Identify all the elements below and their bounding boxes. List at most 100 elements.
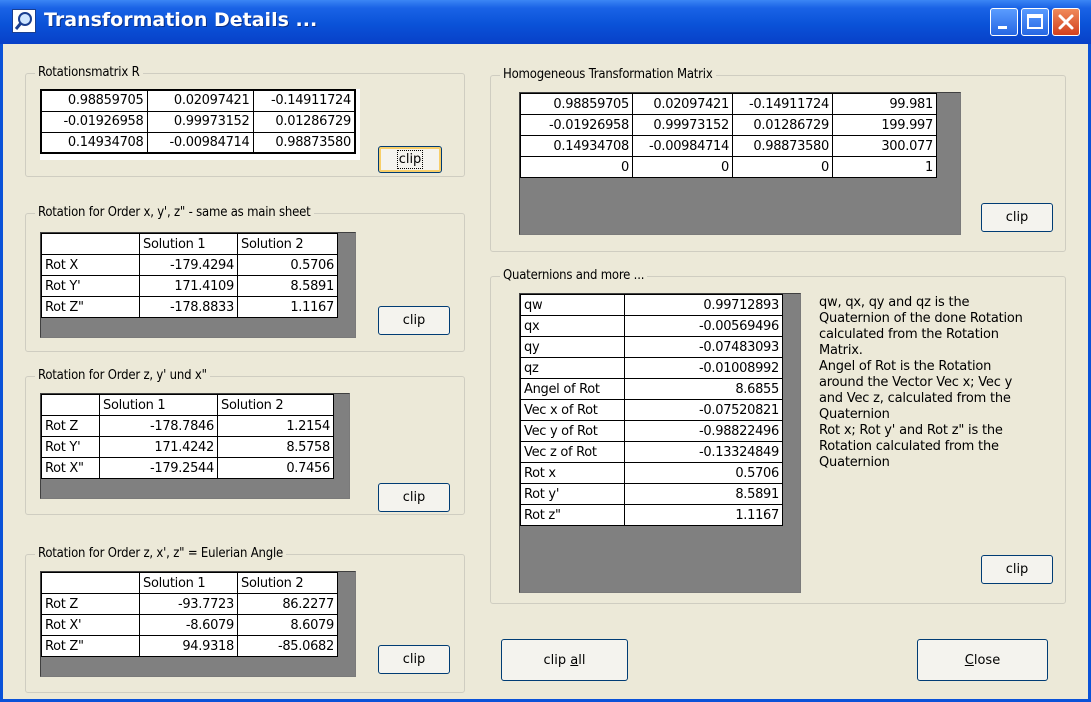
order-zyx-grid[interactable]: Solution 1 Solution 2 Rot Z -178.7846 1.… xyxy=(40,393,350,499)
matrix-cell[interactable]: 0.98873580 xyxy=(252,131,356,154)
matrix-cell[interactable]: 0.01286729 xyxy=(252,110,356,133)
clip-button-label: clip xyxy=(1005,210,1029,225)
solution-cell[interactable]: 94.9318 xyxy=(139,635,238,657)
solution-cell[interactable]: 8.5758 xyxy=(217,436,334,458)
table-row: -0.01926958 0.99973152 0.01286729 xyxy=(40,110,356,133)
matrix-cell[interactable]: 0.98859705 xyxy=(520,93,633,115)
table-row: Rot Z" 94.9318 -85.0682 xyxy=(41,635,338,657)
solution-cell[interactable]: 8.6079 xyxy=(237,614,338,636)
solution-cell[interactable]: -178.7846 xyxy=(99,415,218,437)
matrix-cell[interactable]: 1 xyxy=(832,156,937,178)
description-line: Matrix. xyxy=(819,343,863,358)
table-header-row: Solution 1 Solution 2 xyxy=(41,572,338,594)
order-zxz-clip-button[interactable]: clip xyxy=(378,645,450,674)
clip-button-label: clip xyxy=(402,313,426,328)
matrix-cell[interactable]: 300.077 xyxy=(832,135,937,157)
order-xyz-clip-button[interactable]: clip xyxy=(378,306,450,335)
column-header: Solution 1 xyxy=(139,233,238,255)
solution-cell[interactable]: -85.0682 xyxy=(237,635,338,657)
solution-cell[interactable]: 1.2154 xyxy=(217,415,334,437)
solution-cell[interactable]: -93.7723 xyxy=(139,593,238,615)
value-cell[interactable]: 8.6855 xyxy=(624,378,783,400)
solution-cell[interactable]: -178.8833 xyxy=(139,296,238,318)
value-cell[interactable]: -0.98822496 xyxy=(624,420,783,442)
table-row: 0.98859705 0.02097421 -0.14911724 99.981 xyxy=(520,93,937,115)
matrix-cell[interactable]: -0.01926958 xyxy=(520,114,633,136)
description-line: Quaternion of the done Rotation xyxy=(819,311,1023,326)
value-cell[interactable]: 8.5891 xyxy=(624,483,783,505)
value-cell[interactable]: -0.07520821 xyxy=(624,399,783,421)
solution-cell[interactable]: 171.4109 xyxy=(139,275,238,297)
solution-cell[interactable]: 0.5706 xyxy=(237,254,338,276)
matrix-cell[interactable]: 0 xyxy=(732,156,833,178)
matrix-cell[interactable]: 0.14934708 xyxy=(520,135,633,157)
value-cell[interactable]: -0.07483093 xyxy=(624,336,783,358)
order-zyx-clip-button[interactable]: clip xyxy=(378,483,450,512)
clip-all-button[interactable]: clip all xyxy=(501,639,628,681)
matrix-cell[interactable]: 0.02097421 xyxy=(146,89,254,112)
matrix-cell[interactable]: 199.997 xyxy=(832,114,937,136)
maximize-button[interactable] xyxy=(1021,8,1049,36)
matrix-cell[interactable]: 0.01286729 xyxy=(732,114,833,136)
matrix-cell[interactable]: 99.981 xyxy=(832,93,937,115)
solution-cell[interactable]: 0.7456 xyxy=(217,457,334,479)
quaternions-grid[interactable]: qw 0.99712893 qx -0.00569496 qy -0.07483093… xyxy=(519,293,801,593)
solution-cell[interactable]: 8.5891 xyxy=(237,275,338,297)
matrix-cell[interactable]: -0.00984714 xyxy=(632,135,733,157)
row-label: qz xyxy=(520,357,625,379)
clip-button-label: clip xyxy=(402,652,426,667)
description-line: qw, qx, qy and qz is the xyxy=(819,295,970,310)
column-header: Solution 1 xyxy=(99,394,218,416)
rotation-matrix-grid[interactable]: 0.98859705 0.02097421 -0.14911724 -0.019… xyxy=(40,89,360,160)
matrix-cell[interactable]: 0 xyxy=(520,156,633,178)
row-label: qx xyxy=(520,315,625,337)
quaternions-clip-button[interactable]: clip xyxy=(981,555,1053,584)
homogeneous-matrix-grid[interactable]: 0.98859705 0.02097421 -0.14911724 99.981… xyxy=(519,92,961,235)
matrix-cell[interactable]: -0.14911724 xyxy=(252,89,356,112)
solution-cell[interactable]: 171.4242 xyxy=(99,436,218,458)
matrix-cell[interactable]: 0 xyxy=(632,156,733,178)
table-row: Rot Y' 171.4109 8.5891 xyxy=(41,275,338,297)
order-zxz-group: Rotation for Order z, x', z" = Eulerian … xyxy=(25,546,465,693)
column-header: Solution 1 xyxy=(139,572,238,594)
matrix-cell[interactable]: -0.14911724 xyxy=(732,93,833,115)
solution-cell[interactable]: 1.1167 xyxy=(237,296,338,318)
matrix-cell[interactable]: 0.02097421 xyxy=(632,93,733,115)
minimize-button[interactable] xyxy=(990,8,1018,36)
rotation-matrix-clip-button[interactable]: clip xyxy=(378,146,442,173)
close-window-button[interactable] xyxy=(1052,8,1080,36)
row-label: qy xyxy=(520,336,625,358)
homogeneous-clip-button[interactable]: clip xyxy=(981,203,1053,232)
value-cell[interactable]: 0.99712893 xyxy=(624,294,783,316)
row-label: Vec z of Rot xyxy=(520,441,625,463)
table-row: Vec x of Rot -0.07520821 xyxy=(520,399,783,421)
matrix-cell[interactable]: 0.99973152 xyxy=(146,110,254,133)
magnifier-icon xyxy=(12,9,36,33)
row-label: qw xyxy=(520,294,625,316)
description-line: Quaternion xyxy=(819,407,890,422)
column-header xyxy=(41,233,140,255)
matrix-cell[interactable]: 0.14934708 xyxy=(40,131,148,154)
value-cell[interactable]: 0.5706 xyxy=(624,462,783,484)
close-button[interactable]: Close xyxy=(917,639,1048,681)
solution-cell[interactable]: -179.2544 xyxy=(99,457,218,479)
solution-cell[interactable]: -179.4294 xyxy=(139,254,238,276)
value-cell[interactable]: -0.13324849 xyxy=(624,441,783,463)
value-cell[interactable]: 1.1167 xyxy=(624,504,783,526)
matrix-cell[interactable]: 0.98873580 xyxy=(732,135,833,157)
value-cell[interactable]: -0.01008992 xyxy=(624,357,783,379)
title-bar[interactable]: Transformation Details ... xyxy=(0,0,1091,44)
matrix-cell[interactable]: 0.98859705 xyxy=(40,89,148,112)
column-header: Solution 2 xyxy=(237,572,338,594)
order-zxz-grid[interactable]: Solution 1 Solution 2 Rot Z -93.7723 86.… xyxy=(40,571,356,677)
matrix-cell[interactable]: -0.01926958 xyxy=(40,110,148,133)
matrix-cell[interactable]: -0.00984714 xyxy=(146,131,254,154)
value-cell[interactable]: -0.00569496 xyxy=(624,315,783,337)
solution-cell[interactable]: 86.2277 xyxy=(237,593,338,615)
order-xyz-grid[interactable]: Solution 1 Solution 2 Rot X -179.4294 0.… xyxy=(40,232,356,338)
matrix-cell[interactable]: 0.99973152 xyxy=(632,114,733,136)
solution-cell[interactable]: -8.6079 xyxy=(139,614,238,636)
row-label: Rot x xyxy=(520,462,625,484)
table-row: Rot x 0.5706 xyxy=(520,462,783,484)
row-label: Rot X xyxy=(41,254,140,276)
